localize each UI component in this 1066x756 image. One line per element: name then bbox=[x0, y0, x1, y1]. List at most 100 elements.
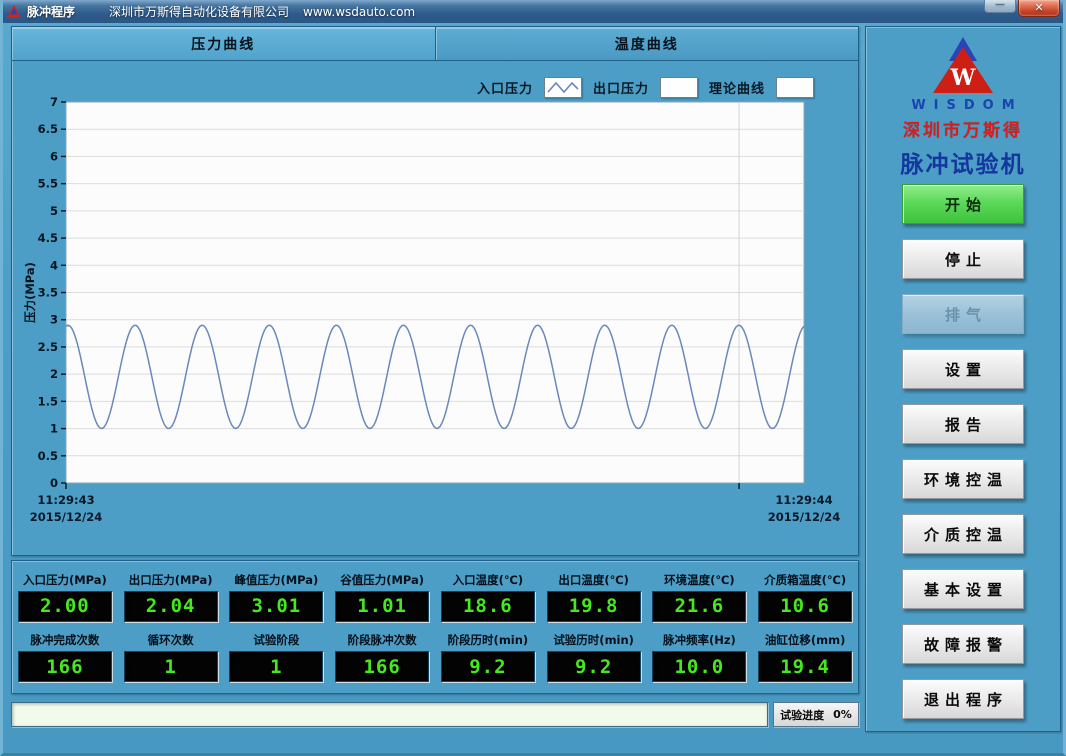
stat-label-stage-elapsed-time: 阶段历时(min) bbox=[448, 632, 529, 648]
svg-text:5: 5 bbox=[50, 204, 58, 218]
exit-program-button[interactable]: 退出程序 bbox=[902, 679, 1024, 719]
legend-label-theoretical-curve: 理论曲线 bbox=[709, 78, 765, 97]
pressure-chart: 00.511.522.533.544.555.566.57压力(MPa)11:2… bbox=[12, 62, 860, 557]
stat-label-cycle-count: 循环次数 bbox=[148, 632, 194, 648]
close-button[interactable]: ✕ bbox=[1018, 0, 1060, 17]
stat-value-inlet-temperature: 18.6 bbox=[441, 591, 535, 622]
brand-wisdom-text: WISDOM bbox=[866, 98, 1060, 113]
stat-peak-pressure: 峰值压力(MPa) 3.01 bbox=[224, 572, 330, 622]
svg-text:W: W bbox=[950, 65, 976, 91]
stat-pulse-frequency: 脉冲频率(Hz) 10.0 bbox=[647, 632, 753, 682]
stat-label-pulse-completed-count: 脉冲完成次数 bbox=[30, 632, 99, 648]
stat-value-cylinder-displacement: 19.4 bbox=[758, 651, 852, 682]
stat-label-test-stage: 试验阶段 bbox=[253, 632, 299, 648]
app-triangle-icon bbox=[7, 5, 21, 18]
stat-value-inlet-pressure: 2.00 bbox=[18, 591, 112, 622]
progress-bar bbox=[11, 702, 768, 727]
stat-pulse-completed-count: 脉冲完成次数 166 bbox=[12, 632, 118, 682]
stat-value-outlet-temperature: 19.8 bbox=[547, 591, 641, 622]
stat-label-inlet-pressure: 入口压力(MPa) bbox=[23, 572, 107, 588]
svg-text:11:29:43: 11:29:43 bbox=[37, 493, 94, 507]
chart-area: 入口压力 出口压力 理论曲线 00.511.522.533.544.555.566.… bbox=[12, 62, 858, 555]
stat-cycle-count: 循环次数 1 bbox=[118, 632, 224, 682]
stat-value-pulse-frequency: 10.0 bbox=[652, 651, 746, 682]
stat-label-cylinder-displacement: 油缸位移(mm) bbox=[765, 632, 845, 648]
stat-stage-elapsed-time: 阶段历时(min)9.2 bbox=[435, 632, 541, 682]
stat-value-ambient-temperature: 21.6 bbox=[652, 591, 746, 622]
stat-stage-pulse-count: 阶段脉冲次数 166 bbox=[329, 632, 435, 682]
brand-product-text: 脉冲试验机 bbox=[866, 145, 1060, 179]
svg-text:3: 3 bbox=[50, 313, 58, 327]
progress-label-box: 试验进度 0% bbox=[773, 702, 859, 727]
title-bar: 脉冲程序 深圳市万斯得自动化设备有限公司 www.wsdauto.com — ✕ bbox=[0, 0, 1066, 23]
stat-value-stage-pulse-count: 166 bbox=[335, 651, 429, 682]
stat-ambient-temperature: 环境温度(℃)21.6 bbox=[647, 572, 753, 622]
window-title-company: 深圳市万斯得自动化设备有限公司 bbox=[109, 3, 289, 20]
svg-text:5.5: 5.5 bbox=[38, 177, 58, 191]
svg-text:2.5: 2.5 bbox=[38, 340, 58, 354]
start-button[interactable]: 开始 bbox=[902, 184, 1024, 224]
stat-label-outlet-pressure: 出口压力(MPa) bbox=[129, 572, 213, 588]
stat-value-test-stage: 1 bbox=[229, 651, 323, 682]
stat-value-peak-pressure: 3.01 bbox=[229, 591, 323, 622]
window-title-website: www.wsdauto.com bbox=[303, 5, 415, 19]
svg-text:4.5: 4.5 bbox=[38, 231, 58, 245]
app-window: 脉冲程序 深圳市万斯得自动化设备有限公司 www.wsdauto.com — ✕… bbox=[0, 0, 1066, 756]
svg-text:11:29:44: 11:29:44 bbox=[775, 493, 832, 507]
stat-label-test-elapsed-time: 试验历时(min) bbox=[553, 632, 634, 648]
wisdom-triangle-logo-icon: W bbox=[927, 35, 999, 97]
tab-temperature-curve[interactable]: 温度曲线 bbox=[436, 27, 859, 60]
stat-outlet-temperature: 出口温度(℃) 19.8 bbox=[541, 572, 647, 622]
stat-valley-pressure: 谷值压力(MPa)1.01 bbox=[329, 572, 435, 622]
stats-panel: 入口压力(MPa) 2.00出口压力(MPa)2.04 峰值压力(MPa) 3.01谷… bbox=[11, 560, 859, 694]
svg-text:3.5: 3.5 bbox=[38, 286, 58, 300]
stat-test-elapsed-time: 试验历时(min)9.2 bbox=[541, 632, 647, 682]
minimize-button[interactable]: — bbox=[984, 0, 1016, 13]
basic-settings-button[interactable]: 基本设置 bbox=[902, 569, 1024, 609]
stat-value-pulse-completed-count: 166 bbox=[18, 651, 112, 682]
chart-panel: 压力曲线温度曲线 入口压力 出口压力 理论曲线 00.511.522.533.544… bbox=[11, 26, 859, 556]
report-button[interactable]: 报告 bbox=[902, 404, 1024, 444]
svg-text:0.5: 0.5 bbox=[38, 449, 58, 463]
progress-label: 试验进度 bbox=[780, 707, 824, 723]
legend-label-outlet-pressure: 出口压力 bbox=[593, 78, 649, 97]
svg-text:7: 7 bbox=[50, 95, 58, 109]
stats-row-2: 脉冲完成次数166循环次数1试验阶段1阶段脉冲次数166阶段历时(min)9.2… bbox=[12, 632, 858, 682]
stat-label-stage-pulse-count: 阶段脉冲次数 bbox=[348, 632, 417, 648]
stat-cylinder-displacement: 油缸位移(mm) 19.4 bbox=[752, 632, 858, 682]
stat-outlet-pressure: 出口压力(MPa)2.04 bbox=[118, 572, 224, 622]
legend-swatch-outlet-pressure[interactable] bbox=[660, 77, 698, 98]
window-controls: — ✕ bbox=[984, 0, 1060, 17]
stop-button[interactable]: 停止 bbox=[902, 239, 1024, 279]
svg-text:2015/12/24: 2015/12/24 bbox=[30, 510, 102, 524]
legend-swatch-theoretical-curve[interactable] bbox=[776, 77, 814, 98]
settings-button[interactable]: 设置 bbox=[902, 349, 1024, 389]
progress-percent: 0% bbox=[833, 708, 852, 721]
ambient-temp-control-button[interactable]: 环境控温 bbox=[902, 459, 1024, 499]
stat-label-peak-pressure: 峰值压力(MPa) bbox=[234, 572, 318, 588]
brand-company-text: 深圳市万斯得 bbox=[866, 116, 1060, 141]
legend-swatch-inlet-pressure[interactable] bbox=[544, 77, 582, 98]
exhaust-button: 排气 bbox=[902, 294, 1024, 334]
sidebar-buttons: 开始停止排气设置报告环境控温介质控温基本设置故障报警退出程序 bbox=[866, 184, 1060, 719]
svg-text:2: 2 bbox=[50, 367, 58, 381]
svg-text:0: 0 bbox=[50, 476, 58, 490]
medium-temp-control-button[interactable]: 介质控温 bbox=[902, 514, 1024, 554]
legend-label-inlet-pressure: 入口压力 bbox=[477, 78, 533, 97]
stat-inlet-pressure: 入口压力(MPa) 2.00 bbox=[12, 572, 118, 622]
stat-label-pulse-frequency: 脉冲频率(Hz) bbox=[663, 632, 736, 648]
svg-text:6.5: 6.5 bbox=[38, 122, 58, 136]
stat-value-medium-tank-temperature: 10.6 bbox=[758, 591, 852, 622]
brand-block: W WISDOM 深圳市万斯得 脉冲试验机 bbox=[866, 35, 1060, 179]
chart-legend: 入口压力 出口压力 理论曲线 bbox=[477, 77, 814, 98]
progress-row: 试验进度 0% bbox=[11, 701, 859, 728]
sidebar: W WISDOM 深圳市万斯得 脉冲试验机 开始停止排气设置报告环境控温介质控温… bbox=[865, 26, 1061, 732]
window-title-app: 脉冲程序 bbox=[27, 3, 75, 20]
tab-pressure-curve[interactable]: 压力曲线 bbox=[12, 27, 436, 60]
stat-label-outlet-temperature: 出口温度(℃) bbox=[558, 572, 628, 588]
svg-text:1.5: 1.5 bbox=[38, 394, 58, 408]
fault-alarm-button[interactable]: 故障报警 bbox=[902, 624, 1024, 664]
stat-value-cycle-count: 1 bbox=[124, 651, 218, 682]
stat-inlet-temperature: 入口温度(℃)18.6 bbox=[435, 572, 541, 622]
svg-text:4: 4 bbox=[50, 258, 58, 272]
